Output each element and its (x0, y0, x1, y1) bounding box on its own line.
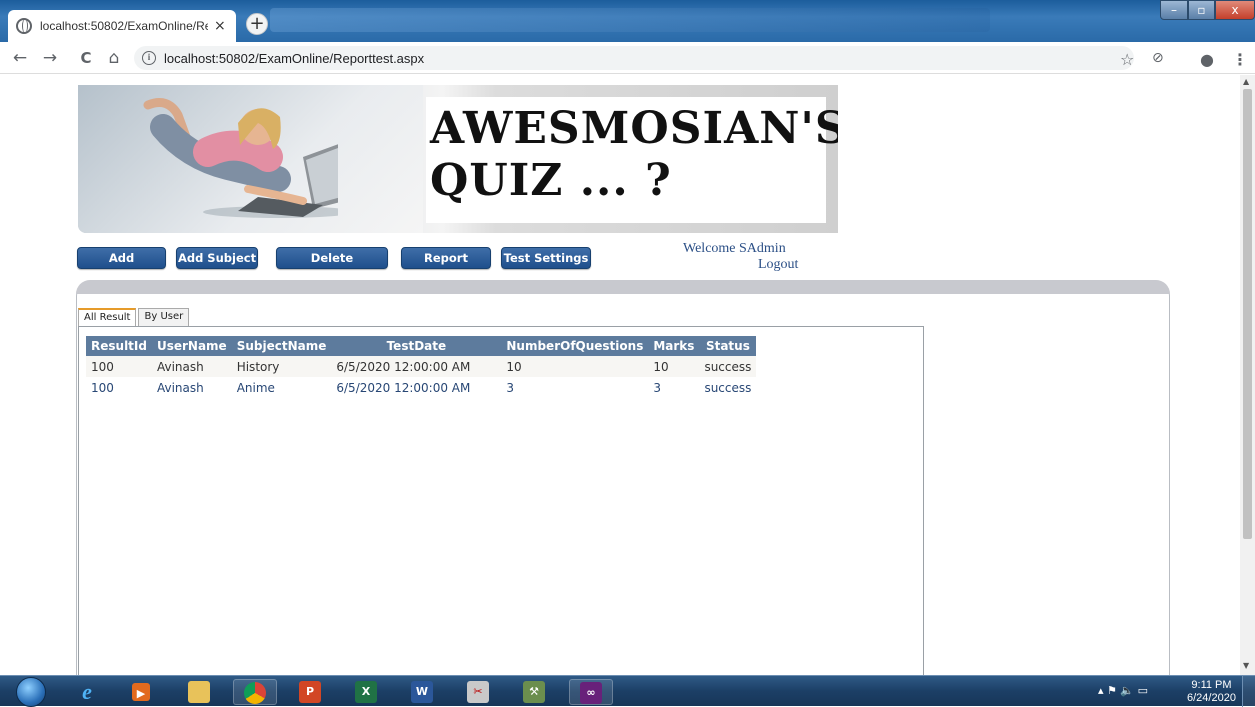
taskbar-powerpoint[interactable]: P (289, 679, 333, 705)
internet-explorer-icon: e (82, 679, 92, 704)
cell-subjectname: Anime (231, 377, 332, 398)
cell-status: success (699, 377, 757, 398)
browser-tab[interactable]: localhost:50802/ExamOnline/Rep × (8, 10, 236, 42)
tab-close-icon[interactable]: × (214, 18, 226, 34)
tab-by-user[interactable]: By User (138, 308, 190, 326)
taskbar-visual-studio[interactable]: ∞ (569, 679, 613, 705)
extension-icon[interactable]: ⊘ (1152, 50, 1164, 66)
col-header-marks: Marks (648, 336, 700, 356)
woman-with-laptop-image (143, 98, 338, 218)
forward-icon[interactable]: → (40, 48, 60, 68)
start-button[interactable] (16, 677, 46, 707)
cell-resultid: 100 (86, 377, 152, 398)
page-scrollbar[interactable]: ▲ ▼ (1240, 75, 1255, 675)
taskbar-excel[interactable]: X (345, 679, 389, 705)
col-header-username: UserName (151, 336, 232, 356)
scroll-up-icon[interactable]: ▲ (1243, 77, 1249, 86)
bookmark-star-icon[interactable]: ☆ (1120, 50, 1134, 69)
home-icon[interactable]: ⌂ (104, 48, 124, 68)
window-close-button[interactable]: x (1215, 0, 1255, 20)
clock-time: 9:11 PM (1191, 679, 1232, 691)
taskbar-tools[interactable]: ⚒ (513, 679, 557, 705)
content-header-bar (76, 280, 1170, 294)
taskbar-snipping-tool[interactable]: ✂ (457, 679, 501, 705)
cell-username: Avinash (151, 356, 232, 377)
tools-icon: ⚒ (523, 681, 545, 703)
col-header-status: Status (699, 336, 757, 356)
taskbar-file-explorer[interactable] (178, 679, 222, 705)
report-tabs: All Result By User (78, 308, 191, 327)
cell-username: Avinash (151, 377, 232, 398)
browser-tabstrip: localhost:50802/ExamOnline/Rep × + – ▫ x (0, 0, 1255, 42)
banner-photo (78, 85, 423, 233)
url-text: localhost:50802/ExamOnline/Reporttest.as… (164, 50, 425, 66)
taskbar-clock[interactable]: 9:11 PM 6/24/2020 (1187, 679, 1236, 705)
window-minimize-button[interactable]: – (1160, 0, 1188, 20)
account-icon[interactable]: ● (1200, 50, 1214, 69)
scrollbar-thumb[interactable] (1243, 89, 1252, 539)
chrome-icon (244, 682, 266, 704)
results-grid: ResultId UserName SubjectName TestDate N… (86, 336, 757, 398)
test-settings-button[interactable]: Test Settings (501, 247, 591, 269)
cell-testdate: 6/5/2020 12:00:00 AM (331, 356, 502, 377)
address-bar[interactable]: i localhost:50802/ExamOnline/Reporttest.… (134, 46, 1134, 70)
globe-icon (16, 18, 32, 34)
reload-icon[interactable]: C (76, 48, 96, 68)
report-button[interactable]: Report (401, 247, 491, 269)
col-header-testdate: TestDate (331, 336, 502, 356)
delete-questions-button[interactable]: Delete Questions (276, 247, 388, 285)
powerpoint-icon: P (299, 681, 321, 703)
taskbar-ie[interactable]: e (66, 679, 110, 705)
site-banner: AWESMOSIAN'S QUIZ ... ? (78, 85, 838, 233)
titlebar-background (270, 8, 990, 32)
taskbar-media-player[interactable]: ▶ (122, 679, 166, 705)
folder-icon (188, 681, 210, 703)
cell-numberofquestions: 10 (501, 356, 649, 377)
clock-date: 6/24/2020 (1187, 692, 1236, 704)
back-icon[interactable]: ← (10, 48, 30, 68)
logout-link[interactable]: Logout (758, 257, 798, 273)
table-row: 100 Avinash History 6/5/2020 12:00:00 AM… (86, 356, 757, 377)
taskbar-chrome[interactable] (233, 679, 277, 705)
col-header-numberofquestions: NumberOfQuestions (501, 336, 649, 356)
tab-all-result[interactable]: All Result (78, 308, 137, 327)
welcome-text: Welcome SAdmin (683, 241, 786, 256)
word-icon: W (411, 681, 433, 703)
add-questions-button[interactable]: Add Questions (77, 247, 166, 285)
cell-resultid: 100 (86, 356, 152, 377)
excel-icon: X (355, 681, 377, 703)
window-maximize-button[interactable]: ▫ (1188, 0, 1215, 20)
info-icon[interactable]: i (142, 51, 156, 65)
col-header-subjectname: SubjectName (231, 336, 332, 356)
menu-icon[interactable]: ⋮ (1232, 50, 1248, 69)
show-desktop-button[interactable] (1242, 676, 1255, 707)
site-title-line2: QUIZ ... ? (430, 155, 672, 206)
scissors-icon: ✂ (467, 681, 489, 703)
windows-taskbar: e ▶ P X W ✂ ⚒ ∞ ▴ ⚑ 🔈 ▭ 9:11 PM 6/24/202… (0, 675, 1255, 707)
cell-subjectname: History (231, 356, 332, 377)
tab-title: localhost:50802/ExamOnline/Rep (40, 19, 208, 33)
taskbar-word[interactable]: W (401, 679, 445, 705)
site-title: AWESMOSIAN'S QUIZ ... ? (430, 103, 838, 207)
add-subject-button[interactable]: Add Subject (176, 247, 258, 269)
cell-status: success (699, 356, 757, 377)
table-row: 100 Avinash Anime 6/5/2020 12:00:00 AM 3… (86, 377, 757, 398)
media-player-icon: ▶ (132, 683, 150, 701)
system-tray-icons[interactable]: ▴ ⚑ 🔈 ▭ (1098, 684, 1148, 697)
grid-header-row: ResultId UserName SubjectName TestDate N… (86, 336, 757, 356)
browser-toolbar: ← → C ⌂ i localhost:50802/ExamOnline/Rep… (0, 42, 1255, 74)
cell-testdate: 6/5/2020 12:00:00 AM (331, 377, 502, 398)
col-header-resultid: ResultId (86, 336, 152, 356)
site-title-line1: AWESMOSIAN'S (430, 103, 838, 154)
cell-numberofquestions: 3 (501, 377, 649, 398)
cell-marks: 3 (648, 377, 700, 398)
cell-marks: 10 (648, 356, 700, 377)
visual-studio-icon: ∞ (580, 682, 602, 704)
scroll-down-icon[interactable]: ▼ (1243, 661, 1249, 670)
new-tab-button[interactable]: + (246, 13, 268, 35)
